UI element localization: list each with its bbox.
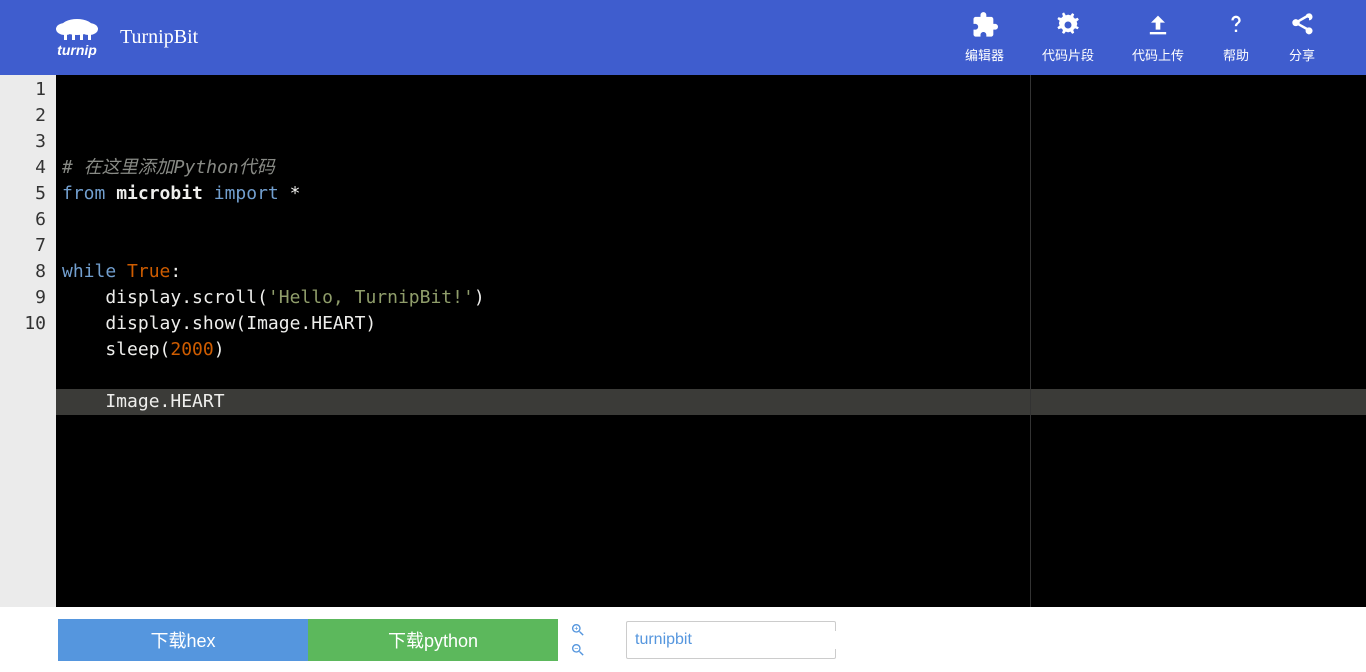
nav-help[interactable]: 帮助 [1222, 11, 1250, 64]
nav-editor[interactable]: 编辑器 [965, 11, 1004, 64]
token-plain: display.scroll( [62, 287, 268, 308]
code-line[interactable]: Image.HEART [56, 389, 1366, 415]
nav: 编辑器 代码片段 代码上传 帮助 分享 [965, 11, 1346, 64]
token-plain: display.show(Image.HEART) [62, 313, 376, 334]
zoom-in-icon[interactable] [570, 622, 586, 638]
line-number: 1 [0, 77, 46, 103]
svg-text:turnip: turnip [57, 42, 97, 58]
token-bool: True [127, 261, 170, 282]
nav-label: 编辑器 [965, 45, 1004, 64]
token-num: 2000 [170, 339, 213, 360]
nav-label: 帮助 [1223, 45, 1249, 64]
share-icon [1288, 11, 1316, 39]
filename-box[interactable] [626, 621, 836, 659]
nav-upload[interactable]: 代码上传 [1132, 11, 1184, 64]
header: turnip TurnipBit 编辑器 代码片段 代码上传 帮助 分享 [0, 0, 1366, 75]
line-number: 8 [0, 259, 46, 285]
token-plain: sleep( [62, 339, 170, 360]
line-number: 9 [0, 285, 46, 311]
line-number: 10 [0, 311, 46, 337]
token-str: 'Hello, TurnipBit!' [268, 287, 474, 308]
token-kw: import [203, 183, 290, 204]
code-line[interactable] [56, 363, 1366, 389]
line-number: 5 [0, 181, 46, 207]
code-line[interactable]: display.show(Image.HEART) [56, 311, 1366, 337]
token-op: * [290, 183, 301, 204]
code-line[interactable]: display.scroll('Hello, TurnipBit!') [56, 285, 1366, 311]
token-comment: # 在这里添加Python代码 [62, 157, 275, 178]
download-hex-button[interactable]: 下载hex [58, 619, 308, 661]
token-plain: Image.HEART [62, 391, 225, 412]
nav-share[interactable]: 分享 [1288, 11, 1316, 64]
nav-label: 代码上传 [1132, 45, 1184, 64]
code-line[interactable]: sleep(2000) [56, 337, 1366, 363]
code-line[interactable]: from microbit import * [56, 181, 1366, 207]
download-python-button[interactable]: 下载python [308, 619, 558, 661]
gears-icon [1054, 11, 1082, 39]
line-number: 3 [0, 129, 46, 155]
line-number: 4 [0, 155, 46, 181]
code-line[interactable] [56, 207, 1366, 233]
print-margin [1030, 75, 1031, 607]
logo-icon: turnip [50, 15, 105, 60]
zoom-out-icon[interactable] [570, 642, 586, 658]
line-number: 7 [0, 233, 46, 259]
token-kw: from [62, 183, 116, 204]
brand-name: TurnipBit [120, 26, 198, 49]
line-number: 2 [0, 103, 46, 129]
token-plain: ) [474, 287, 485, 308]
upload-icon [1144, 11, 1172, 39]
nav-label: 分享 [1289, 45, 1315, 64]
line-gutter: 12345678910 [0, 75, 56, 607]
nav-snippets[interactable]: 代码片段 [1042, 11, 1094, 64]
token-plain: ) [214, 339, 225, 360]
token-plain: : [170, 261, 181, 282]
footer: 下载hex 下载python [0, 607, 1366, 672]
code-line[interactable] [56, 233, 1366, 259]
token-kw: while [62, 261, 127, 282]
filename-input[interactable] [635, 631, 842, 649]
code-area[interactable]: # 在这里添加Python代码 from microbit import * whi… [56, 75, 1366, 607]
question-icon [1222, 11, 1250, 39]
line-number: 6 [0, 207, 46, 233]
puzzle-icon [970, 11, 998, 39]
token-id: microbit [116, 183, 203, 204]
nav-label: 代码片段 [1042, 45, 1094, 64]
code-line[interactable]: while True: [56, 259, 1366, 285]
code-line[interactable]: # 在这里添加Python代码 [56, 155, 1366, 181]
logo-area: turnip TurnipBit [50, 15, 198, 60]
code-editor[interactable]: 12345678910 # 在这里添加Python代码 from microbit… [0, 75, 1366, 607]
zoom-controls [570, 622, 586, 658]
